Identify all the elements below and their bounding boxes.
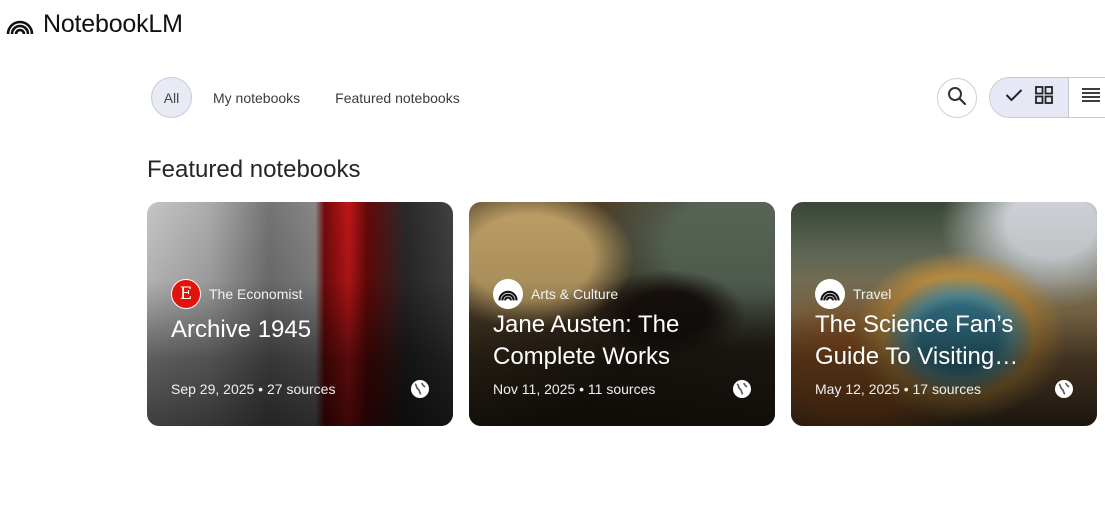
- card-meta: Sep 29, 2025 • 27 sources: [171, 381, 336, 397]
- card-source: The Economist: [209, 286, 303, 302]
- filter-chip-featured-notebooks[interactable]: Featured notebooks: [334, 77, 461, 118]
- filter-chip-all[interactable]: All: [151, 77, 192, 118]
- notebook-card[interactable]: Arts & Culture Jane Austen: The Complete…: [469, 202, 775, 426]
- notebooklm-home: NotebookLM All My notebooks Featured not…: [0, 0, 1105, 527]
- notebook-card[interactable]: Travel The Science Fan’s Guide To Visiti…: [791, 202, 1097, 426]
- card-meta: May 12, 2025 • 17 sources: [815, 381, 981, 397]
- grid-icon: [1035, 86, 1054, 109]
- notebooklm-logo-icon: [493, 279, 523, 309]
- view-toggle: [989, 77, 1105, 118]
- list-view-button[interactable]: [1069, 78, 1105, 117]
- globe-icon: [731, 378, 753, 400]
- filter-chip-my-notebooks[interactable]: My notebooks: [212, 77, 301, 118]
- search-icon: [947, 86, 967, 111]
- source-logo: E: [171, 279, 201, 309]
- card-title: Archive 1945: [171, 316, 312, 343]
- card-source: Arts & Culture: [531, 286, 619, 302]
- grid-view-button[interactable]: [990, 78, 1070, 117]
- check-icon: [1005, 88, 1023, 107]
- globe-icon: [1053, 378, 1075, 400]
- search-button[interactable]: [937, 78, 977, 118]
- list-icon: [1082, 87, 1101, 108]
- notebooklm-logo-icon: [815, 279, 845, 309]
- brand[interactable]: NotebookLM: [6, 10, 183, 39]
- card-source: Travel: [853, 286, 892, 302]
- filter-chips: All My notebooks Featured notebooks: [151, 77, 461, 118]
- card-title: Jane Austen: The Complete Works: [493, 311, 680, 370]
- notebook-card[interactable]: E The Economist Archive 1945 Sep 29, 202…: [147, 202, 453, 426]
- card-title: The Science Fan’s Guide To Visiting…: [815, 311, 1019, 370]
- app-name: NotebookLM: [43, 10, 183, 38]
- notebooklm-logo-icon: [6, 14, 34, 36]
- card-meta: Nov 11, 2025 • 11 sources: [493, 381, 656, 397]
- globe-icon: [409, 378, 431, 400]
- section-title: Featured notebooks: [147, 156, 361, 183]
